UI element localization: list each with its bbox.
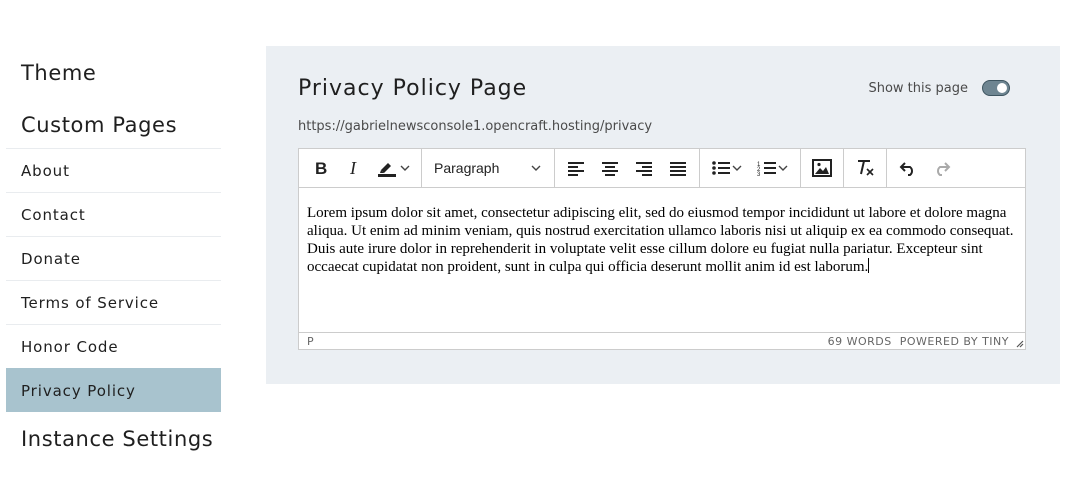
sidebar-item-about[interactable]: About [6,148,221,192]
sidebar-heading-custom-pages: Custom Pages [21,113,178,137]
chevron-down-icon [400,165,410,171]
highlight-icon [378,163,396,177]
show-page-label: Show this page [868,80,968,96]
redo-button[interactable] [925,152,959,184]
powered-by-tiny[interactable]: POWERED BY TINY [900,335,1009,348]
align-right-icon [636,162,652,176]
sidebar-heading-instance-settings[interactable]: Instance Settings [6,423,221,456]
sidebar: Theme Custom Pages About Contact Donate … [6,48,221,456]
sidebar-item-donate[interactable]: Donate [6,236,221,280]
align-right-button[interactable] [627,152,661,184]
chevron-down-icon [732,165,742,171]
rich-text-editor: B I Paragraph 1 2 3 Lorem ipsum dolor si… [298,148,1026,350]
image-icon [812,159,832,177]
align-justify-button[interactable] [661,152,695,184]
italic-button[interactable]: I [337,152,371,184]
show-page-control: Show this page [868,80,1010,96]
chevron-down-icon [778,165,788,171]
align-center-icon [602,162,618,176]
sidebar-item-honor-code[interactable]: Honor Code [6,324,221,368]
clear-formatting-button[interactable] [848,152,882,184]
text-format-group: B I [299,149,422,187]
editor-paragraph: Lorem ipsum dolor sit amet, consectetur … [307,205,1014,275]
editor-content-area[interactable]: Lorem ipsum dolor sit amet, consectetur … [299,188,1025,333]
redo-icon [937,162,951,176]
insert-image-button[interactable] [805,152,839,184]
history-group [887,149,963,187]
block-format-select[interactable]: Paragraph [426,152,550,184]
sidebar-heading-theme[interactable]: Theme [6,57,221,90]
bullet-list-icon [712,161,730,175]
undo-icon [899,162,913,176]
alignment-group [555,149,700,187]
align-left-icon [568,162,584,176]
numbered-list-button[interactable]: 123 [750,152,796,184]
resize-handle-icon[interactable] [1015,339,1024,348]
show-page-toggle[interactable] [982,80,1010,96]
align-justify-icon [670,162,686,176]
text-caret [868,258,870,273]
svg-text:B: B [315,160,327,176]
block-format-group: Paragraph [422,149,555,187]
numbered-list-icon: 123 [757,162,776,176]
bold-button[interactable]: B [303,152,337,184]
sidebar-item-terms-of-service[interactable]: Terms of Service [6,280,221,324]
privacy-policy-panel: Privacy Policy Page Show this page https… [266,46,1060,384]
svg-text:3: 3 [757,172,761,176]
block-format-value: Paragraph [434,160,500,176]
custom-pages-list: About Contact Donate Terms of Service Ho… [6,148,221,412]
page-title: Privacy Policy Page [298,76,528,101]
undo-button[interactable] [891,152,925,184]
sidebar-item-privacy-policy[interactable]: Privacy Policy [6,368,221,412]
sidebar-item-contact[interactable]: Contact [6,192,221,236]
align-center-button[interactable] [593,152,627,184]
list-group: 123 [700,149,801,187]
bold-icon: B [315,160,327,176]
element-path[interactable]: P [307,335,314,348]
clear-group [844,149,887,187]
clear-format-icon [858,160,874,176]
insert-group [801,149,844,187]
italic-icon: I [349,160,357,176]
editor-statusbar: P 69 WORDS POWERED BY TINY [299,332,1025,349]
align-left-button[interactable] [559,152,593,184]
word-count[interactable]: 69 WORDS [828,335,892,348]
highlight-color-button[interactable] [371,152,417,184]
page-url: https://gabrielnewsconsole1.opencraft.ho… [298,119,653,134]
bullet-list-button[interactable] [704,152,750,184]
svg-text:I: I [349,160,357,176]
chevron-down-icon [531,165,541,171]
editor-toolbar: B I Paragraph 1 2 3 [299,149,1025,188]
